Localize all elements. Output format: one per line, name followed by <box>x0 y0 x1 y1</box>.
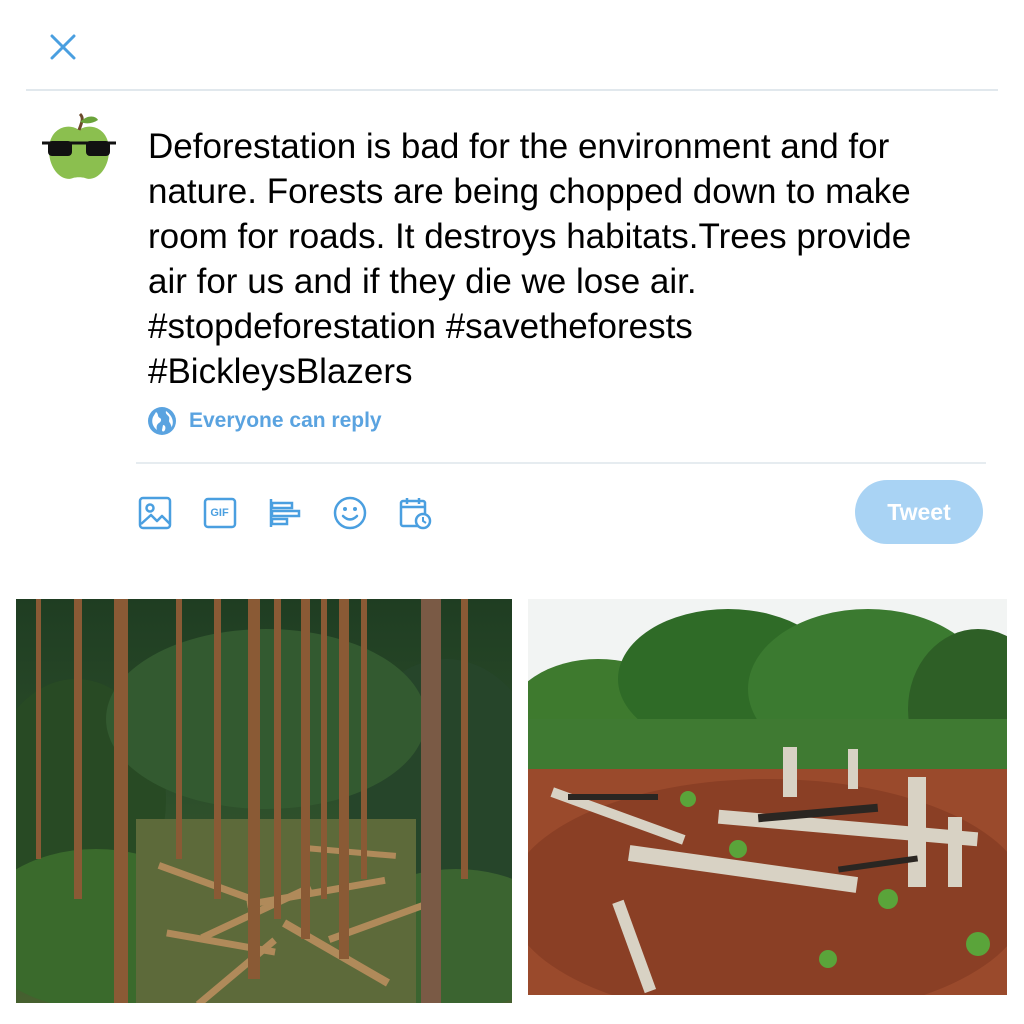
header-divider <box>26 89 998 91</box>
gif-icon <box>203 497 236 529</box>
schedule-button[interactable] <box>396 495 433 532</box>
poll-button[interactable] <box>266 495 303 532</box>
tweet-hashtags-line: #stopdeforestation #savetheforests <box>148 307 693 346</box>
avatar[interactable] <box>38 108 120 190</box>
tweet-text-line: nature. Forests are being chopped down t… <box>148 172 911 211</box>
poll-icon <box>269 499 300 527</box>
schedule-icon <box>399 498 431 530</box>
globe-icon <box>148 407 176 435</box>
tweet-text-area[interactable]: Deforestation is bad for the environment… <box>148 124 998 394</box>
tweet-button[interactable]: Tweet <box>855 480 983 544</box>
tweet-text-line: air for us and if they die we lose air. <box>148 262 697 301</box>
tweet-text-line: Deforestation is bad for the environment… <box>148 127 890 166</box>
close-button[interactable] <box>42 26 84 68</box>
reply-setting-label: Everyone can reply <box>189 409 382 432</box>
forest-cut-logs-photo <box>16 599 512 1003</box>
tweet-hashtags-line: #BickleysBlazers <box>148 352 413 391</box>
emoji-button[interactable] <box>331 495 368 532</box>
reply-setting-button[interactable]: Everyone can reply <box>147 405 382 437</box>
image-icon <box>138 496 171 530</box>
toolbar-divider <box>136 462 986 464</box>
close-icon <box>50 34 76 60</box>
media-button[interactable] <box>136 495 173 532</box>
compose-toolbar: GIF <box>136 490 461 536</box>
gif-button[interactable]: GIF <box>201 495 238 532</box>
tweet-text-line: room for roads. It destroys habitats.Tre… <box>148 217 912 256</box>
cleared-forest-stumps-photo <box>528 599 1007 995</box>
emoji-icon <box>333 496 366 530</box>
apple-glasses-icon <box>39 109 119 189</box>
